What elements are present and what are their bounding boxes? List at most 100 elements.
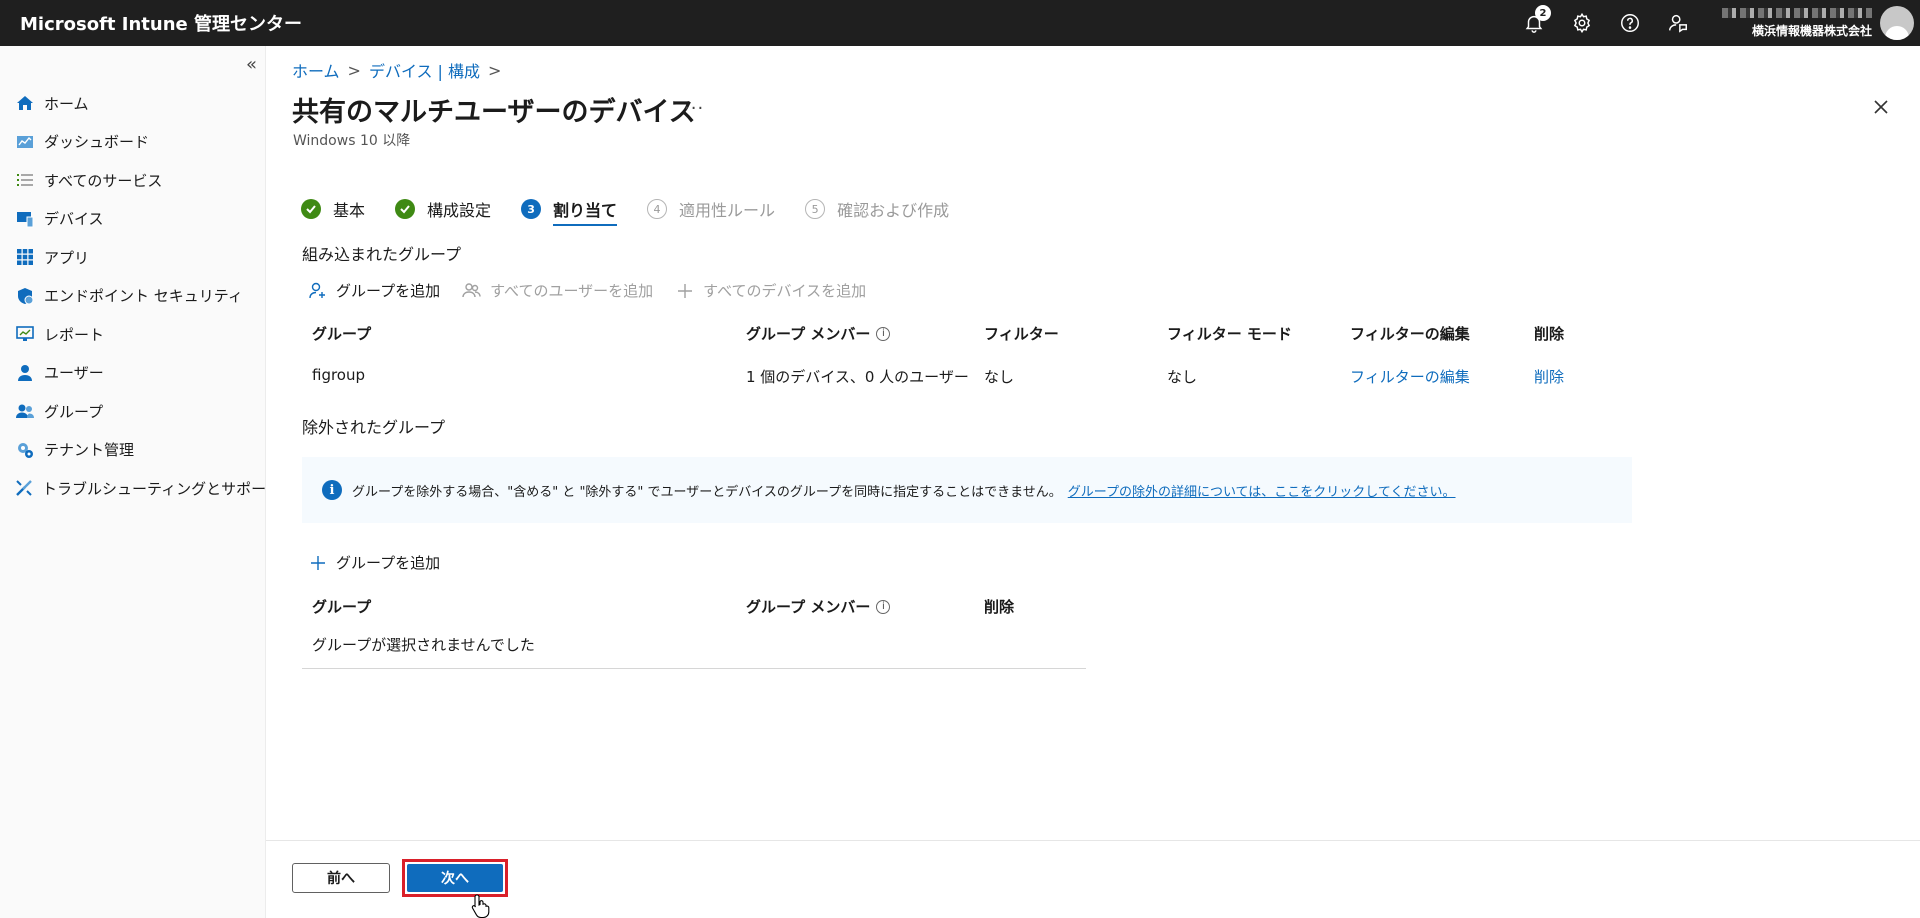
step-review-create[interactable]: 5 確認および作成 bbox=[805, 192, 949, 226]
avatar[interactable] bbox=[1880, 6, 1914, 40]
shield-icon bbox=[14, 285, 36, 307]
sidebar-item-label: テナント管理 bbox=[44, 441, 135, 460]
settings-button[interactable] bbox=[1558, 0, 1606, 46]
help-button[interactable] bbox=[1606, 0, 1654, 46]
add-all-users-button[interactable]: すべてのユーザーを追加 bbox=[462, 280, 653, 301]
app-title[interactable]: Microsoft Intune 管理センター bbox=[20, 10, 302, 36]
sidebar-item-groups[interactable]: グループ bbox=[0, 392, 265, 431]
column-header-filter-mode: フィルター モード bbox=[1167, 323, 1292, 344]
delete-link[interactable]: 削除 bbox=[1534, 366, 1564, 387]
account-info[interactable]: 横浜情報機器株式会社 bbox=[1722, 7, 1872, 39]
table-divider bbox=[302, 668, 1086, 669]
empty-state-text: グループが選択されませんでした bbox=[312, 636, 535, 654]
apps-icon bbox=[14, 246, 36, 268]
sidebar-item-all-services[interactable]: すべてのサービス bbox=[0, 161, 265, 200]
info-message-text: グループを除外する場合、"含める" と "除外する" でユーザーとデバイスのグル… bbox=[352, 484, 1062, 500]
info-icon[interactable]: i bbox=[876, 326, 891, 341]
wizard-steps: 基本 構成設定 3 割り当て 4 適用性ルール 5 確認および作成 bbox=[301, 192, 979, 226]
top-bar: Microsoft Intune 管理センター 2 横浜情報機器株式会社 bbox=[0, 0, 1920, 46]
sidebar-item-label: レポート bbox=[44, 325, 105, 344]
header-label: 削除 bbox=[1534, 325, 1565, 343]
more-options-button[interactable]: ··· bbox=[684, 98, 704, 119]
notification-badge: 2 bbox=[1535, 5, 1551, 21]
header-label: 削除 bbox=[984, 598, 1015, 616]
step-number: 4 bbox=[647, 199, 668, 219]
sidebar-item-troubleshooting[interactable]: トラブルシューティングとサポート bbox=[0, 469, 281, 508]
add-user-icon bbox=[309, 282, 325, 298]
column-header-delete: 削除 bbox=[984, 596, 1014, 617]
next-button[interactable]: 次へ bbox=[407, 864, 503, 892]
included-groups-title: 組み込まれたグループ bbox=[302, 245, 462, 264]
cell-filter: なし bbox=[984, 368, 1015, 386]
step-applicability-rules[interactable]: 4 適用性ルール bbox=[647, 192, 775, 226]
step-label: 確認および作成 bbox=[837, 201, 950, 220]
page-title: 共有のマルチユーザーのデバイス bbox=[292, 97, 696, 128]
add-all-devices-button[interactable]: すべてのデバイスを追加 bbox=[675, 280, 866, 301]
column-header-members: グループ メンバー i bbox=[746, 596, 891, 617]
cell-group: figroup bbox=[312, 366, 366, 384]
page-subtitle: Windows 10 以降 bbox=[293, 133, 411, 149]
info-icon[interactable]: i bbox=[876, 599, 891, 614]
step-basics[interactable]: 基本 bbox=[301, 192, 365, 226]
sidebar-item-reports[interactable]: レポート bbox=[0, 315, 265, 354]
step-label: 割り当て bbox=[553, 201, 618, 220]
header-label: フィルター bbox=[984, 325, 1059, 343]
step-assignments[interactable]: 3 割り当て bbox=[521, 192, 618, 226]
tenant-icon bbox=[14, 439, 36, 461]
plus-icon bbox=[678, 283, 693, 298]
close-icon[interactable] bbox=[1870, 96, 1892, 118]
plus-icon bbox=[311, 555, 325, 570]
step-label: 適用性ルール bbox=[679, 201, 776, 220]
sidebar-item-label: グループ bbox=[44, 402, 104, 421]
sidebar-nav: ホーム ダッシュボード すべてのサービス デバイス アプリ エンドポイント セキ… bbox=[0, 84, 281, 508]
step-number: 5 bbox=[805, 199, 826, 219]
gear-icon bbox=[1573, 12, 1591, 34]
sidebar-item-label: ホーム bbox=[44, 94, 89, 113]
add-excluded-group-button[interactable]: グループを追加 bbox=[308, 552, 440, 573]
step-label: 基本 bbox=[333, 201, 366, 220]
top-bar-actions: 2 横浜情報機器株式会社 bbox=[1510, 0, 1920, 46]
sidebar-item-dashboard[interactable]: ダッシュボード bbox=[0, 123, 265, 162]
sidebar-item-users[interactable]: ユーザー bbox=[0, 354, 265, 393]
sidebar-item-home[interactable]: ホーム bbox=[0, 84, 265, 123]
sidebar-item-endpoint-security[interactable]: エンドポイント セキュリティ bbox=[0, 277, 265, 316]
breadcrumb-devices-configuration[interactable]: デバイス | 構成 bbox=[369, 58, 480, 82]
home-icon bbox=[14, 92, 36, 114]
sidebar-item-label: トラブルシューティングとサポート bbox=[42, 479, 282, 498]
next-button-highlight: 次へ bbox=[402, 859, 508, 897]
info-icon: i bbox=[322, 480, 342, 500]
chevron-right-icon: > bbox=[488, 60, 502, 80]
add-group-label: グループを追加 bbox=[336, 282, 441, 300]
feedback-button[interactable] bbox=[1654, 0, 1702, 46]
chevron-right-icon: > bbox=[347, 60, 361, 80]
header-label: フィルターの編集 bbox=[1350, 325, 1470, 343]
group-icon bbox=[14, 400, 36, 422]
avatar-silhouette bbox=[1885, 26, 1909, 40]
add-group-label: グループを追加 bbox=[336, 554, 441, 572]
step-configuration-settings[interactable]: 構成設定 bbox=[395, 192, 491, 226]
header-label: グループ bbox=[312, 325, 372, 343]
sidebar-item-devices[interactable]: デバイス bbox=[0, 200, 265, 239]
checkmark-icon bbox=[395, 199, 416, 219]
included-command-bar: グループを追加 すべてのユーザーを追加 すべてのデバイスを追加 bbox=[308, 280, 888, 301]
cell-members: 1 個のデバイス、0 人のユーザー bbox=[746, 368, 969, 386]
add-all-devices-label: すべてのデバイスを追加 bbox=[703, 282, 867, 300]
exclusion-details-link[interactable]: グループの除外の詳細については、ここをクリックしてください。 bbox=[1068, 481, 1456, 500]
user-icon bbox=[14, 362, 36, 384]
collapse-sidebar-button[interactable]: « bbox=[246, 54, 257, 75]
edit-filter-link[interactable]: フィルターの編集 bbox=[1350, 366, 1470, 387]
previous-button[interactable]: 前へ bbox=[292, 863, 390, 893]
add-group-button[interactable]: グループを追加 bbox=[308, 280, 440, 301]
sidebar-item-apps[interactable]: アプリ bbox=[0, 238, 265, 277]
sidebar: « ホーム ダッシュボード すべてのサービス デバイス アプリ エンドポイント … bbox=[0, 46, 281, 918]
cell-filter-mode: なし bbox=[1167, 368, 1198, 386]
info-message-bar: i グループを除外する場合、"含める" と "除外する" でユーザーとデバイスの… bbox=[302, 457, 1632, 523]
column-header-group: グループ bbox=[312, 596, 371, 617]
column-header-members: グループ メンバー i bbox=[746, 323, 891, 344]
notifications-button[interactable]: 2 bbox=[1510, 0, 1558, 46]
breadcrumb-home[interactable]: ホーム bbox=[292, 58, 340, 82]
sidebar-item-tenant-admin[interactable]: テナント管理 bbox=[0, 431, 265, 470]
column-header-edit-filter: フィルターの編集 bbox=[1350, 323, 1470, 344]
wrench-icon bbox=[14, 477, 34, 499]
header-label: フィルター モード bbox=[1167, 325, 1292, 343]
